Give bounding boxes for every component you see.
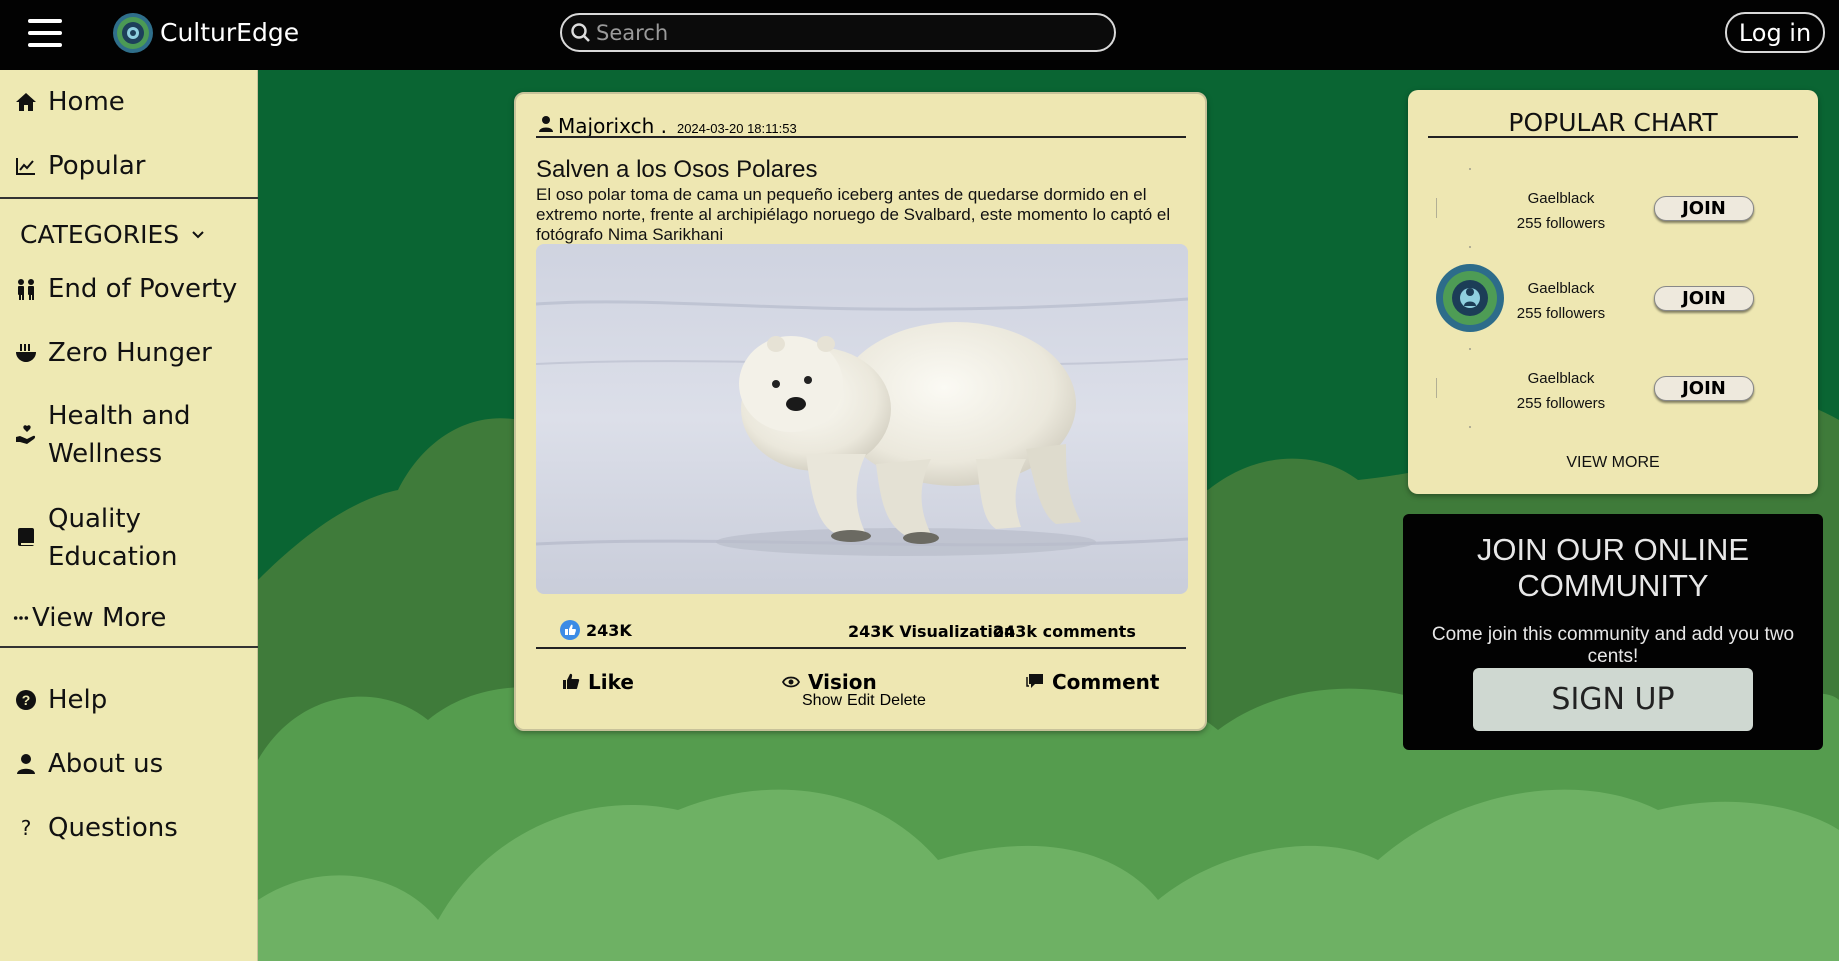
sidebar-item-popular[interactable]: Popular: [0, 147, 258, 185]
sidebar-view-more[interactable]: View More: [0, 599, 258, 637]
join-button[interactable]: JOIN: [1654, 286, 1754, 311]
community-logo: [1436, 264, 1504, 332]
eye-icon: [782, 676, 800, 688]
like-label: Like: [588, 670, 634, 694]
thumbs-up-icon: [560, 620, 580, 640]
categories-toggle[interactable]: CATEGORIES: [20, 220, 205, 249]
post-header: Majorixch . 2024-03-20 18:11:53: [538, 114, 797, 138]
follower-count: 255 followers: [1516, 395, 1606, 412]
brand-name[interactable]: CulturEdge: [160, 18, 299, 47]
people-icon: [18, 279, 34, 300]
community-name[interactable]: Gaelblack: [1506, 366, 1616, 391]
sidebar: Home Popular CATEGORIES End of Poverty Z…: [0, 70, 258, 961]
culturedge-logo[interactable]: [112, 12, 154, 54]
post-divider: [536, 136, 1186, 138]
comment-icon: [1026, 674, 1043, 688]
comment-count: 243k comments: [993, 622, 1136, 641]
more-icon: [13, 616, 29, 620]
join-community-subtitle: Come join this community and add you two…: [1431, 624, 1795, 667]
like-button[interactable]: Like: [562, 670, 634, 694]
svg-text:?: ?: [21, 817, 32, 839]
sign-up-button[interactable]: SIGN UP: [1473, 668, 1753, 731]
vision-button[interactable]: Vision: [782, 670, 877, 694]
join-button[interactable]: JOIN: [1654, 196, 1754, 221]
edit-link[interactable]: Edit: [847, 692, 875, 710]
post-image-polar-bear: [536, 244, 1188, 594]
sidebar-item-label: Help: [48, 685, 108, 715]
avatar-placeholder: [1436, 168, 1471, 248]
popular-divider: [1428, 136, 1798, 138]
sidebar-item-label: Popular: [48, 151, 146, 181]
sidebar-item-label: About us: [48, 749, 164, 779]
hamburger-icon[interactable]: [28, 19, 62, 47]
follower-count: 255 followers: [1516, 215, 1606, 232]
categories-label: CATEGORIES: [20, 220, 180, 249]
thumbs-up-icon: [563, 673, 580, 689]
search-input[interactable]: [596, 20, 1096, 45]
post-date: 2024-03-20 18:11:53: [676, 121, 797, 136]
popular-item: Gaelblack 255 followers JOIN: [1436, 168, 1796, 248]
user-icon: [17, 754, 35, 774]
post-actions: Like Vision Comment: [536, 664, 1186, 694]
search-bar[interactable]: [560, 13, 1116, 52]
view-count: 243K Visualization: [848, 622, 1016, 641]
post-card: Majorixch . 2024-03-20 18:11:53 Salven a…: [514, 92, 1207, 731]
avatar-placeholder: [1436, 348, 1471, 428]
comment-label: Comment: [1052, 670, 1160, 694]
sidebar-item-label: Questions: [48, 813, 178, 843]
join-community-title: JOIN OUR ONLINE COMMUNITY: [1476, 532, 1750, 603]
popular-item: Gaelblack 255 followers JOIN: [1436, 258, 1796, 338]
home-icon: [16, 93, 36, 111]
community-name[interactable]: Gaelblack: [1506, 276, 1616, 301]
sidebar-item-label: Quality Education: [48, 504, 178, 572]
post-title: Salven a los Osos Polares: [536, 156, 818, 183]
sidebar-item-health-and-wellness[interactable]: Health and Wellness: [0, 397, 258, 473]
chart-icon: [16, 158, 35, 175]
follower-count: 255 followers: [1516, 305, 1606, 322]
community-name[interactable]: Gaelblack: [1506, 186, 1616, 211]
delete-link[interactable]: Delete: [880, 692, 926, 710]
sidebar-item-about-us[interactable]: About us: [0, 745, 258, 783]
search-icon: [571, 22, 590, 42]
show-link[interactable]: Show: [802, 692, 842, 710]
question-icon: ?: [21, 817, 32, 839]
sidebar-item-help[interactable]: ? Help: [0, 681, 258, 719]
join-community-panel: JOIN OUR ONLINE COMMUNITY Come join this…: [1403, 514, 1823, 750]
sidebar-item-label: End of Poverty: [48, 274, 238, 304]
like-count-value: 243K: [586, 620, 632, 640]
popular-view-more-link[interactable]: VIEW MORE: [1408, 454, 1818, 472]
post-divider: [536, 647, 1186, 649]
sidebar-item-zero-hunger[interactable]: Zero Hunger: [0, 334, 258, 372]
bowl-icon: [16, 344, 36, 362]
sidebar-item-questions[interactable]: ? Questions: [0, 809, 258, 847]
sidebar-item-label: Zero Hunger: [48, 338, 212, 368]
sidebar-item-quality-education[interactable]: Quality Education: [0, 500, 258, 576]
vision-label: Vision: [808, 670, 877, 694]
sidebar-item-home[interactable]: Home: [0, 83, 258, 121]
join-button[interactable]: JOIN: [1654, 376, 1754, 401]
hand-heart-icon: [16, 425, 36, 444]
post-author[interactable]: Majorixch .: [558, 114, 667, 138]
post-description: El oso polar toma de cama un pequeño ice…: [536, 185, 1171, 244]
user-icon: [539, 116, 553, 132]
help-icon: ?: [16, 690, 36, 710]
sidebar-item-label: View More: [32, 603, 167, 633]
post-stats: 243K 243K Visualization 243k comments: [536, 616, 1186, 644]
like-count: 243K: [560, 620, 632, 640]
top-navigation-bar: CulturEdge Log in: [0, 0, 1839, 70]
chevron-down-icon: [192, 230, 204, 238]
login-button[interactable]: Log in: [1725, 12, 1825, 53]
sidebar-item-label: Health and Wellness: [48, 401, 191, 469]
post-admin-links: Show Edit Delete: [802, 692, 926, 710]
book-icon: [18, 528, 34, 546]
sidebar-item-end-of-poverty[interactable]: End of Poverty: [0, 270, 258, 308]
popular-chart-panel: POPULAR CHART Gaelblack 255 followers JOI…: [1408, 90, 1818, 494]
svg-text:?: ?: [22, 692, 31, 708]
sidebar-divider: [0, 646, 258, 648]
sidebar-divider: [0, 197, 258, 199]
popular-item: Gaelblack 255 followers JOIN: [1436, 348, 1796, 428]
popular-chart-title: POPULAR CHART: [1508, 108, 1718, 137]
comment-button[interactable]: Comment: [1026, 670, 1159, 694]
sidebar-item-label: Home: [48, 87, 125, 117]
